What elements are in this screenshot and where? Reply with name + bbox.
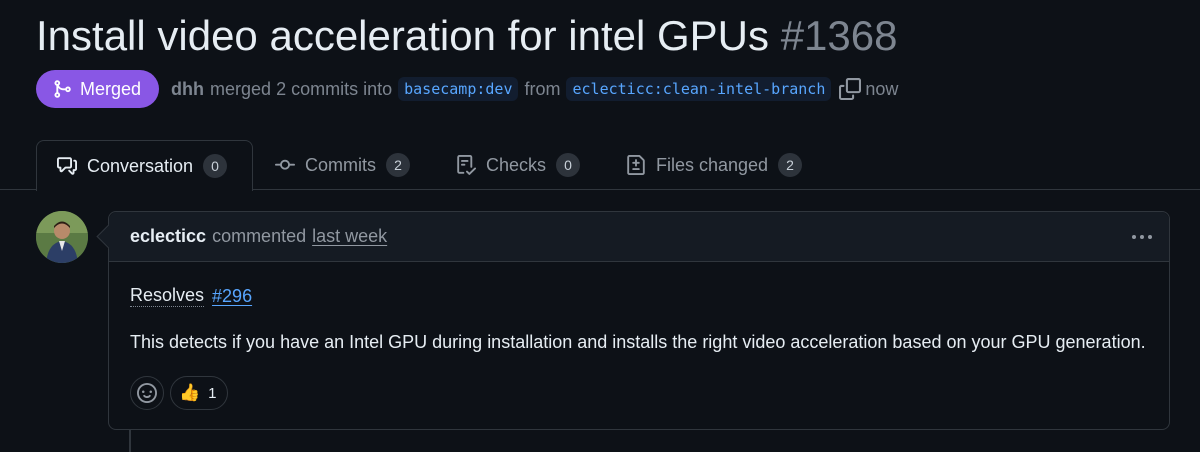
issue-link[interactable]: #296 — [212, 286, 252, 307]
resolves-line: Resolves #296 — [130, 283, 1148, 309]
checklist-icon — [457, 155, 476, 175]
comment-action: commented — [212, 226, 307, 246]
copy-icon[interactable] — [839, 78, 862, 100]
comment-body: Resolves #296 This detects if you have a… — [109, 262, 1169, 410]
git-merge-icon — [54, 80, 71, 98]
reaction-count: 1 — [208, 384, 217, 402]
tab-label: Files changed — [656, 154, 769, 175]
thumbs-up-reaction-button[interactable]: 👍 1 — [170, 376, 228, 410]
merger-username-link[interactable]: dhh — [171, 79, 204, 100]
tab-checks[interactable]: Checks 0 — [456, 140, 581, 190]
head-branch-link[interactable]: eclecticc:clean-intel-branch — [566, 77, 832, 101]
merged-commits-text: merged 2 commits into — [210, 78, 393, 99]
merged-state-badge: Merged — [36, 70, 160, 108]
from-text: from — [524, 78, 561, 99]
tab-files-changed[interactable]: Files changed 2 — [626, 140, 803, 190]
state-label: Merged — [80, 78, 142, 99]
avatar[interactable] — [36, 211, 88, 263]
pr-meta: Merged dhh merged 2 commits into basecam… — [36, 70, 898, 108]
merge-time-link[interactable]: now — [865, 79, 898, 100]
add-reaction-button[interactable] — [130, 376, 164, 410]
commit-icon — [275, 159, 295, 170]
pr-tabs: Conversation 0 Commits 2 Checks 0 Files … — [0, 140, 1200, 191]
smiley-icon — [137, 383, 157, 403]
base-branch-link[interactable]: basecamp:dev — [398, 77, 519, 101]
tab-count: 0 — [203, 154, 228, 178]
tab-commits[interactable]: Commits 2 — [275, 140, 410, 190]
pr-title-heading: Install video acceleration for intel GPU… — [36, 10, 897, 62]
comment-header: eclecticc commented last week — [109, 212, 1169, 262]
file-diff-icon — [627, 155, 645, 175]
comment-text: This detects if you have an Intel GPU du… — [130, 331, 1146, 352]
tab-conversation[interactable]: Conversation 0 — [36, 140, 253, 191]
resolves-label: Resolves — [130, 285, 205, 307]
thumbs-up-icon: 👍 — [179, 383, 201, 402]
avatar-photo — [36, 211, 88, 263]
pr-number: #1368 — [780, 12, 898, 59]
comment-author-link[interactable]: eclecticc — [130, 226, 206, 247]
tab-count: 2 — [778, 153, 803, 177]
tab-count: 0 — [556, 153, 581, 177]
tab-label: Commits — [305, 154, 376, 175]
tab-label: Conversation — [87, 155, 194, 176]
timeline-line — [129, 430, 131, 452]
kebab-menu-icon[interactable] — [1129, 226, 1155, 248]
tab-count: 2 — [386, 153, 410, 177]
tab-label: Checks — [486, 154, 547, 175]
comment-card: eclecticc commented last week Resolves #… — [108, 211, 1170, 430]
conversation-icon — [57, 157, 77, 175]
pr-title: Install video acceleration for intel GPU… — [36, 12, 770, 59]
reactions-bar: 👍 1 — [130, 376, 1148, 410]
comment-timestamp-link[interactable]: last week — [312, 226, 387, 247]
